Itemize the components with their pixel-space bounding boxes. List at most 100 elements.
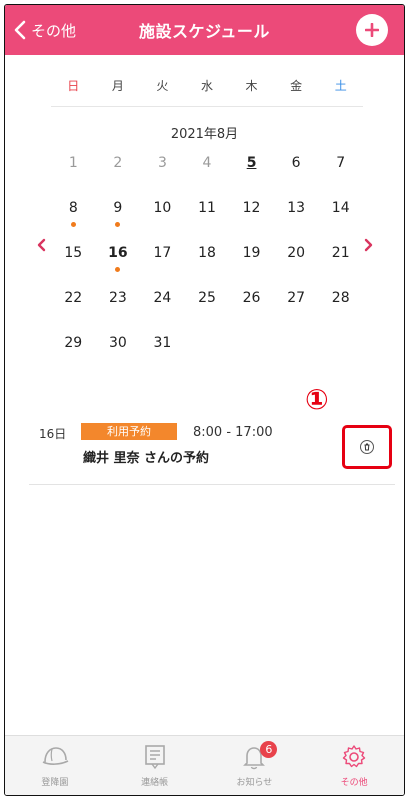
- weekday-wed: 水: [200, 79, 213, 93]
- chevron-left-icon: [37, 238, 45, 252]
- day-number: 10: [153, 200, 172, 216]
- day-number: 8: [68, 200, 78, 216]
- weekday-thu: 木: [245, 79, 258, 93]
- tab-label: その他: [340, 778, 368, 788]
- weekday-sat: 土: [334, 79, 347, 93]
- tab-bar: 登降園 連絡帳 6 お知らせ その他: [5, 735, 404, 795]
- delete-button[interactable]: [342, 425, 392, 469]
- tab-attendance[interactable]: 登降園: [5, 736, 105, 795]
- day-number: 17: [153, 245, 172, 261]
- calendar-day[interactable]: 14: [318, 192, 363, 237]
- day-number: 30: [108, 335, 127, 351]
- phone-screen: その他 施設スケジュール 日 月 火 水 木 金 土 2021年8月 12345…: [4, 4, 405, 796]
- day-number: 19: [242, 245, 261, 261]
- tab-other[interactable]: その他: [304, 736, 404, 795]
- event-dot: [115, 222, 121, 227]
- gear-icon: [342, 745, 366, 768]
- event-dot: [70, 222, 76, 227]
- calendar-day[interactable]: 31: [140, 327, 185, 372]
- day-number: 28: [331, 290, 350, 306]
- weekday-sun: 日: [67, 79, 80, 93]
- reservation-type-badge: 利用予約: [81, 423, 177, 440]
- notebook-icon: [144, 745, 165, 770]
- day-number: 31: [153, 335, 172, 351]
- calendar-day[interactable]: 18: [185, 237, 230, 282]
- day-number: 18: [198, 245, 216, 261]
- calendar-day[interactable]: 22: [51, 282, 96, 327]
- day-number: 24: [153, 290, 172, 306]
- calendar-day[interactable]: 27: [274, 282, 319, 327]
- calendar-day[interactable]: 30: [96, 327, 141, 372]
- reservation-name: 織井 里奈 さんの予約: [83, 451, 210, 466]
- tab-label: 連絡帳: [141, 778, 169, 788]
- calendar-day[interactable]: 28: [318, 282, 363, 327]
- calendar-day[interactable]: 15: [51, 237, 96, 282]
- weekday-mon: 月: [111, 79, 124, 93]
- day-number: 9: [113, 200, 123, 216]
- calendar-day[interactable]: 21: [318, 237, 363, 282]
- plus-icon: [365, 23, 379, 37]
- day-number: 20: [287, 245, 306, 261]
- calendar-day[interactable]: 25: [185, 282, 230, 327]
- day-number: 12: [242, 200, 261, 216]
- day-number: 3: [157, 155, 167, 171]
- calendar-day[interactable]: 7: [318, 147, 363, 192]
- calendar-day[interactable]: 29: [51, 327, 96, 372]
- calendar-day[interactable]: 4: [185, 147, 230, 192]
- month-title: 2021年8月: [170, 127, 239, 142]
- calendar-day[interactable]: 16: [96, 237, 141, 282]
- calendar-day[interactable]: 8: [51, 192, 96, 237]
- calendar-day[interactable]: 20: [274, 237, 319, 282]
- day-number: 15: [64, 245, 83, 261]
- calendar-day[interactable]: 10: [140, 192, 185, 237]
- reservation-date: 16日: [39, 427, 67, 441]
- tab-notifications[interactable]: 6 お知らせ: [205, 736, 305, 795]
- weekday-fri: 金: [290, 79, 303, 93]
- day-number: 21: [331, 245, 350, 261]
- day-number: 23: [108, 290, 127, 306]
- add-button[interactable]: [356, 14, 388, 46]
- page-title: 施設スケジュール: [139, 22, 270, 41]
- calendar-day[interactable]: 9: [96, 192, 141, 237]
- day-number: 1: [68, 155, 78, 171]
- day-number: 2: [113, 155, 123, 171]
- day-number: 14: [331, 200, 350, 216]
- day-number: 29: [64, 335, 83, 351]
- annotation-number: ①: [305, 383, 329, 416]
- day-number: 22: [64, 290, 83, 306]
- notification-count-badge: 6: [260, 741, 278, 758]
- calendar-day[interactable]: 17: [140, 237, 185, 282]
- day-number: 6: [291, 155, 301, 171]
- calendar-day[interactable]: 24: [140, 282, 185, 327]
- day-number: 25: [198, 290, 216, 306]
- calendar-day[interactable]: 12: [229, 192, 274, 237]
- tab-label: お知らせ: [236, 778, 273, 788]
- day-number: 27: [287, 290, 306, 306]
- calendar-day[interactable]: 19: [229, 237, 274, 282]
- reservation-item[interactable]: 16日 利用予約 8:00 - 17:00 織井 里奈 さんの予約: [29, 417, 395, 485]
- day-number: 11: [198, 200, 216, 216]
- day-number: 4: [202, 155, 212, 171]
- day-number: 26: [242, 290, 261, 306]
- calendar-day[interactable]: 6: [274, 147, 319, 192]
- calendar-day[interactable]: 26: [229, 282, 274, 327]
- tab-label: 登降園: [41, 778, 69, 788]
- calendar-day[interactable]: 13: [274, 192, 319, 237]
- calendar-day[interactable]: 5: [229, 147, 274, 192]
- trash-icon: [360, 440, 374, 454]
- calendar-day[interactable]: 1: [51, 147, 96, 192]
- calendar-day[interactable]: 23: [96, 282, 141, 327]
- day-number: 5: [246, 155, 257, 171]
- event-dot: [115, 267, 121, 272]
- calendar-day[interactable]: 3: [140, 147, 185, 192]
- weekday-header: 日 月 火 水 木 金 土: [51, 77, 363, 107]
- weekday-tue: 火: [156, 79, 169, 93]
- chevron-right-icon: [364, 238, 372, 252]
- prev-month-button[interactable]: [31, 233, 51, 257]
- tab-contact-book[interactable]: 連絡帳: [105, 736, 205, 795]
- day-number: 16: [108, 245, 128, 261]
- reservation-time: 8:00 - 17:00: [193, 425, 273, 440]
- calendar-day[interactable]: 2: [96, 147, 141, 192]
- calendar-grid: 1 2 3 4 5 6 7 8 9 10 11 12 13 14 15 16 17 18 19 20 21 22 23 24 2…: [51, 147, 363, 372]
- calendar-day[interactable]: 11: [185, 192, 230, 237]
